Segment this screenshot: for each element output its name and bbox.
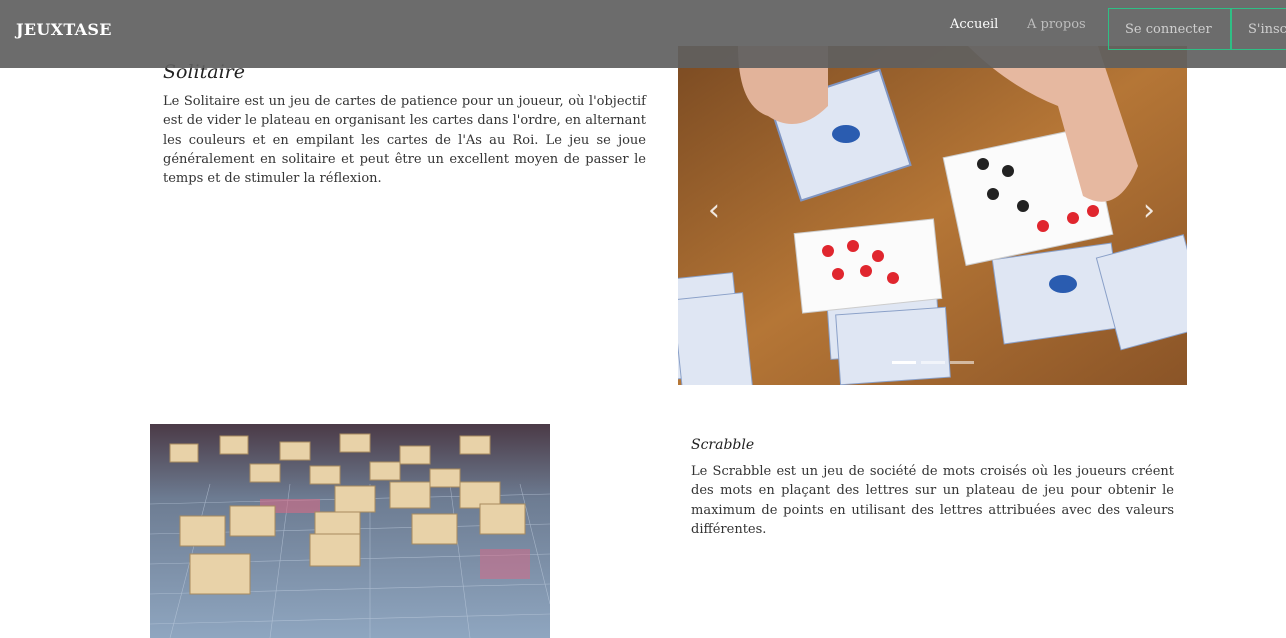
brand-logo[interactable]: JEUXTASE xyxy=(16,20,112,39)
carousel-prev-icon[interactable]: ‹ xyxy=(708,196,720,226)
carousel-next-icon[interactable]: › xyxy=(1143,196,1155,226)
solitaire-carousel: ‹ › xyxy=(678,46,1187,385)
nav-link-accueil[interactable]: Accueil xyxy=(950,17,998,32)
scrabble-title: Scrabble xyxy=(691,437,755,453)
carousel-indicator-3[interactable] xyxy=(950,361,974,364)
signup-button[interactable]: S'inscrire xyxy=(1231,8,1286,50)
solitaire-description: Le Solitaire est un jeu de cartes de pat… xyxy=(163,94,646,187)
scrabble-description: Le Scrabble est un jeu de société de mot… xyxy=(691,464,1174,537)
nav-link-a-propos[interactable]: A propos xyxy=(1027,17,1086,32)
carousel-indicator-1[interactable] xyxy=(892,361,916,364)
carousel-indicators xyxy=(892,361,974,364)
carousel-indicator-2[interactable] xyxy=(921,361,945,364)
navbar: JEUXTASE Accueil A propos Se connecter S… xyxy=(0,0,1286,68)
login-button[interactable]: Se connecter xyxy=(1108,8,1231,50)
solitaire-image xyxy=(678,46,1187,385)
scrabble-image xyxy=(150,424,550,638)
